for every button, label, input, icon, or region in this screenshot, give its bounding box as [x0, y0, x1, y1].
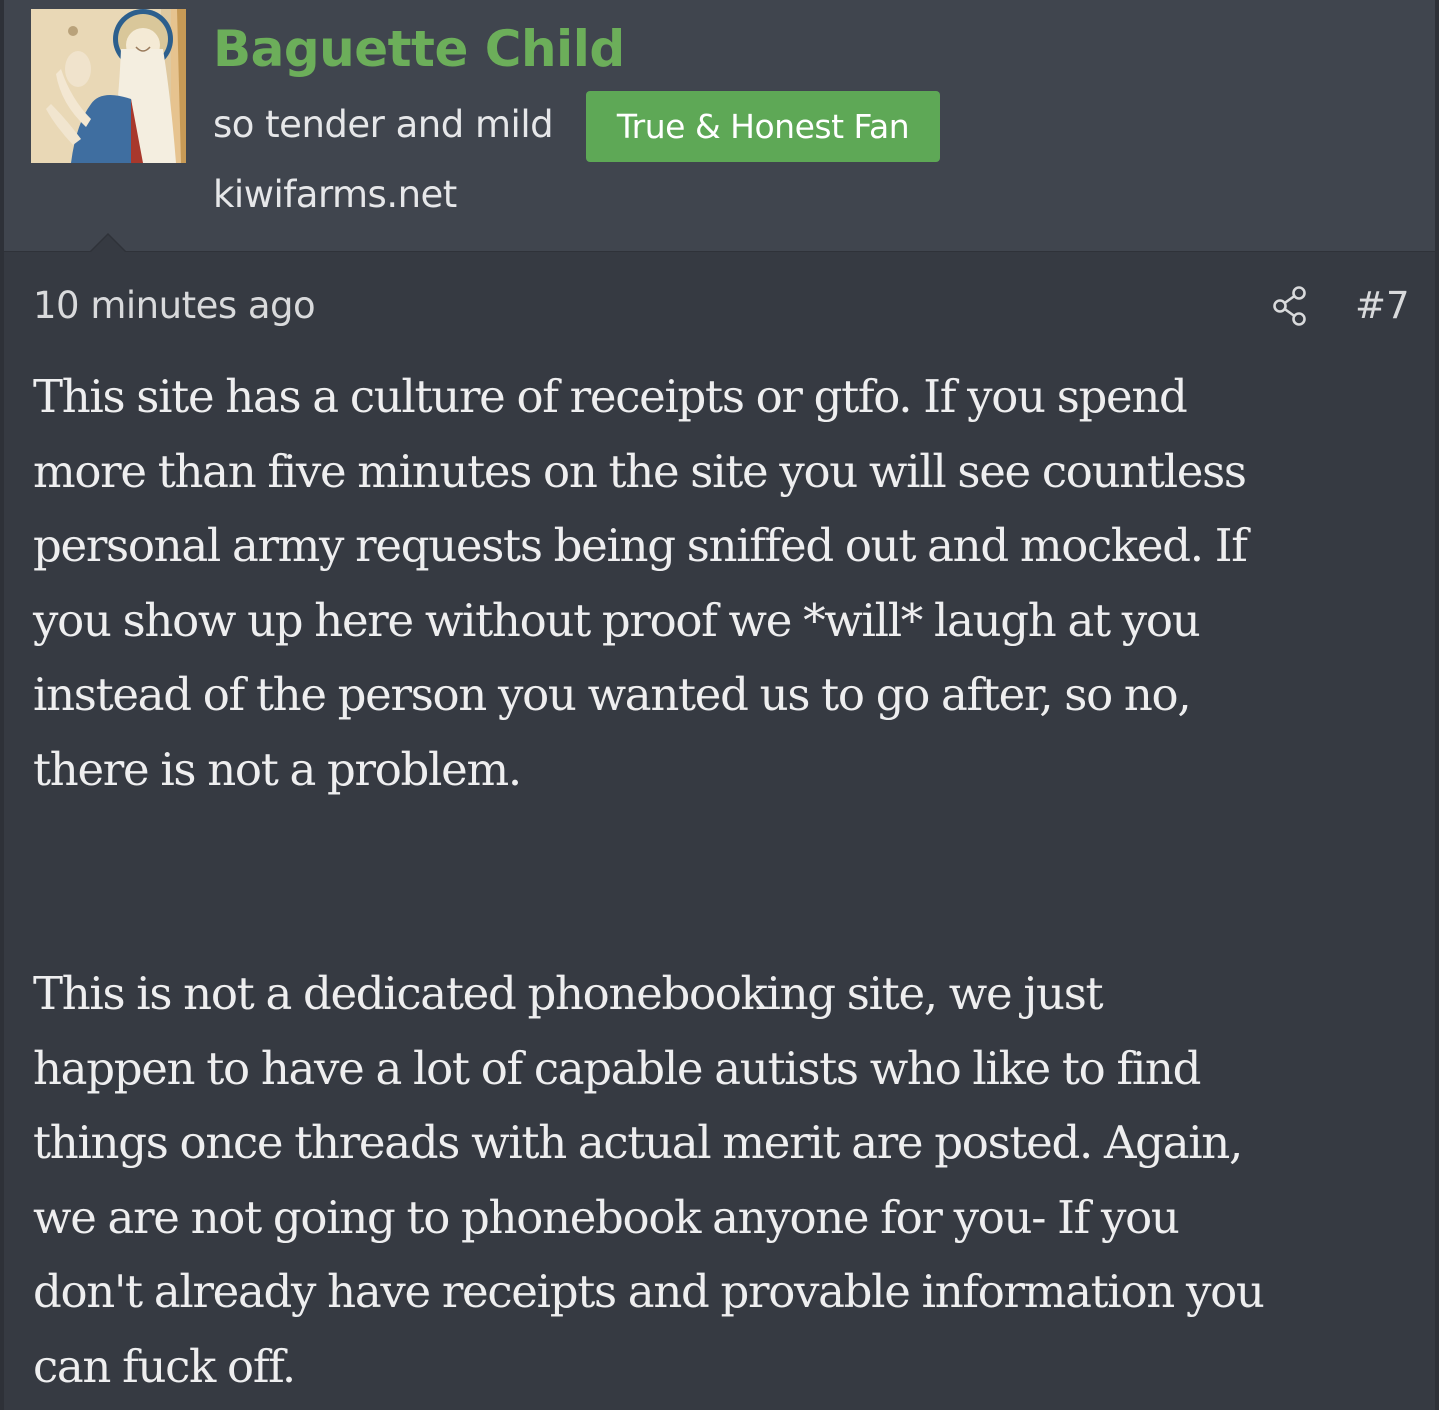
share-icon[interactable]: [1271, 284, 1311, 328]
header-pointer: [91, 235, 125, 252]
post-paragraph-2: This is not a dedicated phonebooking sit…: [33, 957, 1413, 1405]
post-border-right: [1435, 0, 1439, 1410]
post-line: there is not a problem.: [33, 742, 522, 796]
username[interactable]: Baguette Child: [213, 14, 625, 84]
post-timestamp[interactable]: 10 minutes ago: [33, 280, 316, 332]
post-line: things once threads with actual merit ar…: [33, 1116, 1243, 1170]
user-banner: True & Honest Fan: [586, 91, 940, 162]
post-line: personal army requests being sniffed out…: [33, 519, 1248, 573]
avatar[interactable]: [31, 9, 186, 163]
site-label: kiwifarms.net: [213, 173, 457, 216]
post-line: we are not going to phonebook anyone for…: [33, 1190, 1180, 1244]
post-line: can fuck off.: [33, 1339, 296, 1393]
post-paragraph-1: This site has a culture of receipts or g…: [33, 360, 1413, 808]
post-number[interactable]: #7: [1355, 280, 1410, 332]
post-line: more than five minutes on the site you w…: [33, 444, 1247, 498]
post-line: This site has a culture of receipts or g…: [33, 370, 1188, 423]
post-line: instead of the person you wanted us to g…: [33, 668, 1192, 722]
post-line: you show up here without proof we *will*…: [33, 593, 1201, 647]
post-line: happen to have a lot of capable autists …: [33, 1041, 1201, 1095]
user-title: so tender and mild: [213, 103, 554, 146]
avatar-image: [31, 9, 186, 163]
post-line: This is not a dedicated phonebooking sit…: [33, 967, 1104, 1020]
forum-post: Baguette Child so tender and mild True &…: [0, 0, 1439, 1410]
post-line: don't already have receipts and provable…: [33, 1265, 1265, 1319]
